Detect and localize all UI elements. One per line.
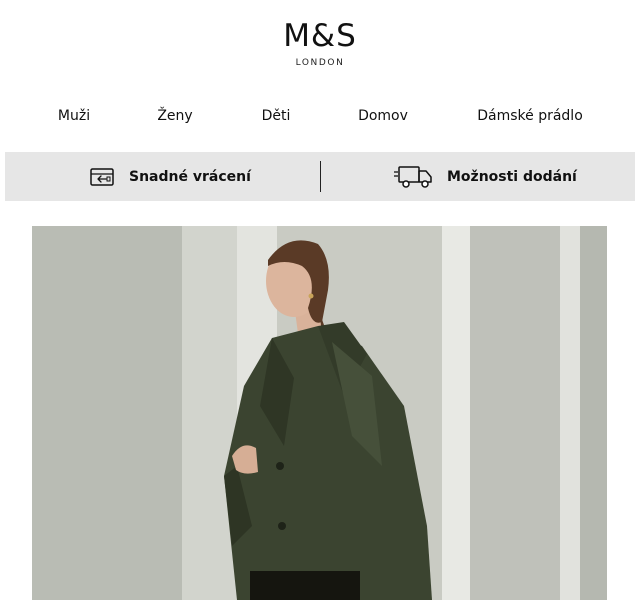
woman-in-green-leather-jacket-photo (32, 226, 607, 600)
nav-item-deti[interactable]: Děti (262, 108, 291, 124)
nav-item-damske-pradlo[interactable]: Dámské prádlo (477, 108, 583, 124)
easy-returns-link[interactable]: Snadné vrácení (89, 152, 251, 201)
delivery-options-label: Možnosti dodání (447, 168, 577, 185)
hero-image[interactable] (32, 226, 607, 600)
brand-tagline: LONDON (295, 58, 345, 68)
nav-item-muzi[interactable]: Muži (58, 108, 90, 124)
nav-item-domov[interactable]: Domov (358, 108, 408, 124)
brand-name: M&S (283, 18, 357, 54)
main-nav: Muži Ženy Děti Domov Dámské prádlo (0, 108, 640, 132)
service-bar: Snadné vrácení Možnosti dodání (5, 152, 635, 201)
return-box-icon (89, 165, 117, 189)
easy-returns-label: Snadné vrácení (129, 168, 251, 185)
delivery-truck-icon (393, 163, 435, 191)
delivery-options-link[interactable]: Možnosti dodání (393, 152, 577, 201)
nav-item-zeny[interactable]: Ženy (157, 108, 192, 124)
brand-logo[interactable]: M&S LONDON (0, 18, 640, 69)
service-divider (320, 161, 321, 192)
